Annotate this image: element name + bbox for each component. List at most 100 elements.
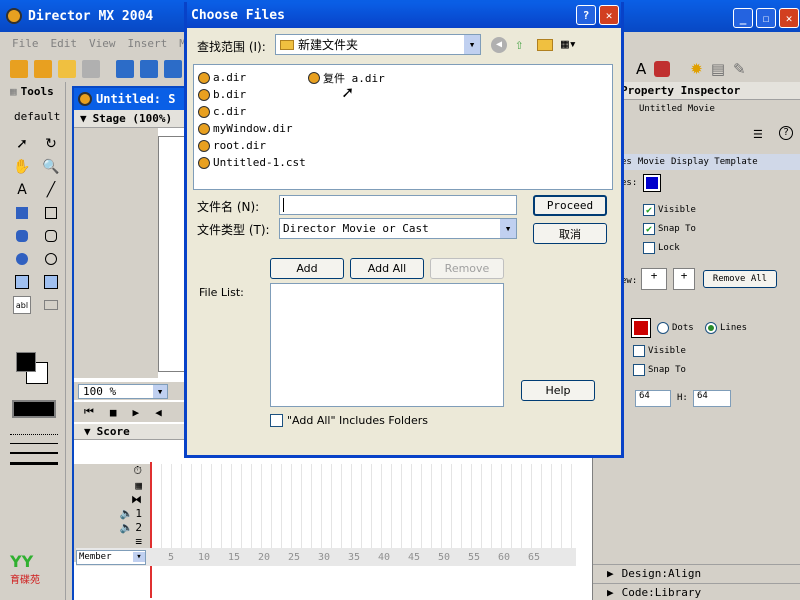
rewind-icon[interactable]: ⏮ [84, 405, 94, 419]
menu-edit[interactable]: Edit [51, 37, 78, 50]
remove-button[interactable]: Remove [430, 258, 504, 279]
stop-icon[interactable]: ■ [110, 406, 117, 419]
filled-rect-icon[interactable] [13, 204, 31, 222]
message-icon[interactable]: ✎ [733, 60, 746, 78]
file-item[interactable]: a.dir [198, 69, 306, 86]
visible-checkbox-2[interactable]: Visible [633, 345, 686, 357]
tools-default[interactable]: default [6, 110, 65, 123]
text-tool-icon[interactable]: A [13, 181, 31, 199]
text-tool-icon[interactable]: A [636, 60, 646, 78]
collapse-arrow-icon[interactable]: ▼ [80, 112, 87, 125]
script-channel-icon[interactable]: ≡ [74, 534, 150, 548]
view-menu-icon[interactable]: ▦▾ [561, 37, 577, 52]
import-icon[interactable] [82, 60, 100, 78]
zoom-select[interactable]: 100 % ▾ [78, 383, 168, 399]
menu-insert[interactable]: Insert [128, 37, 168, 50]
help-button[interactable]: Help [521, 380, 595, 401]
add-all-button[interactable]: Add All [350, 258, 424, 279]
open-folder-icon[interactable] [58, 60, 76, 78]
back-icon[interactable]: ◀ [491, 37, 507, 53]
guides-color-swatch[interactable] [643, 174, 661, 192]
proceed-button[interactable]: Proceed [533, 195, 607, 216]
filetype-select[interactable]: Director Movie or Cast ▾ [279, 218, 517, 239]
sound-channel-1[interactable]: 🔈 1 [74, 506, 150, 520]
new-movie-icon[interactable] [10, 60, 28, 78]
file-item[interactable]: b.dir [198, 86, 306, 103]
filename-input[interactable] [279, 195, 517, 215]
member-select[interactable]: Member ▾ [76, 549, 146, 565]
library-icon[interactable]: ▤ [711, 60, 725, 78]
menu-file[interactable]: File [12, 37, 39, 50]
line-width-selector[interactable] [10, 430, 58, 480]
gear-icon[interactable]: ✹ [690, 60, 703, 78]
file-item[interactable]: root.dir [198, 137, 306, 154]
paint-icon[interactable] [654, 61, 671, 77]
up-folder-icon[interactable]: ⇧ [515, 37, 523, 53]
menu-view[interactable]: View [89, 37, 116, 50]
cancel-button[interactable]: 取消 [533, 223, 607, 244]
file-browser[interactable]: a.dir b.dir c.dir myWindow.dir root.dir … [193, 64, 613, 190]
color-swatches[interactable] [16, 352, 56, 388]
tab-movie[interactable]: Movie [638, 157, 665, 167]
dialog-help-button[interactable]: ? [576, 5, 596, 25]
field-tool-icon[interactable]: abl [13, 296, 31, 314]
grid-color-swatch[interactable] [631, 318, 651, 338]
line-tool-icon[interactable]: ╱ [42, 181, 60, 199]
tempo-channel-icon[interactable]: ⏱ [74, 464, 150, 478]
dots-radio[interactable]: Dots [657, 322, 694, 334]
arrow-tool-icon[interactable]: ➚ [13, 135, 31, 153]
visible-checkbox-1[interactable]: ✔ Visible [643, 204, 696, 216]
minimize-button[interactable]: _ [733, 8, 753, 28]
stage-window: Untitled: S ▼ Stage (100%) 100 % ▾ ⏮ ■ ▶… [72, 86, 198, 438]
grid-height-field[interactable]: 64 [693, 390, 731, 407]
list-view-icon[interactable]: ☰ [753, 128, 763, 141]
playhead-line[interactable] [150, 462, 152, 598]
add-guide-h[interactable]: + [641, 268, 667, 290]
radio-tool-icon[interactable] [42, 273, 60, 291]
grid-width-field[interactable]: 64 [635, 390, 671, 407]
pattern-swatch[interactable] [12, 400, 56, 418]
close-button[interactable]: ✕ [779, 8, 799, 28]
button-tool-icon[interactable] [42, 296, 60, 314]
lines-radio[interactable]: Lines [705, 322, 747, 334]
filled-round-rect-icon[interactable] [13, 227, 31, 245]
checkbox-tool-icon[interactable] [13, 273, 31, 291]
save-icon[interactable] [116, 60, 134, 78]
add-button[interactable]: Add [270, 258, 344, 279]
file-item[interactable]: c.dir [198, 103, 306, 120]
score-grid[interactable] [152, 464, 572, 550]
snap-checkbox-2[interactable]: Snap To [633, 364, 686, 376]
rotate-tool-icon[interactable]: ↻ [42, 135, 60, 153]
new-folder-icon[interactable] [537, 39, 553, 51]
palette-channel-icon[interactable]: ▦ [74, 478, 150, 492]
sound-channel-2[interactable]: 🔈 2 [74, 520, 150, 534]
ellipse-icon[interactable] [42, 250, 60, 268]
lookin-select[interactable]: 新建文件夹 ▾ [275, 34, 481, 55]
include-folders-checkbox[interactable]: "Add All" Includes Folders [270, 414, 428, 427]
snap-checkbox-1[interactable]: ✔ Snap To [643, 223, 696, 235]
file-item[interactable]: myWindow.dir [198, 120, 306, 137]
file-item[interactable]: Untitled-1.cst [198, 154, 306, 171]
design-align-panel[interactable]: ▶ Design:Align [593, 564, 800, 582]
add-guide-v[interactable]: + [673, 268, 695, 290]
maximize-button[interactable]: ☐ [756, 8, 776, 28]
step-back-icon[interactable]: ◀ [155, 406, 162, 419]
tab-display-template[interactable]: Display Template [671, 157, 758, 167]
publish-icon[interactable] [164, 60, 182, 78]
play-icon[interactable]: ▶ [133, 406, 140, 419]
lock-checkbox[interactable]: Lock [643, 242, 680, 254]
dialog-close-button[interactable]: ✕ [599, 5, 619, 25]
filled-ellipse-icon[interactable] [13, 250, 31, 268]
collapse-arrow-icon[interactable]: ▼ [84, 425, 91, 438]
file-list-box[interactable] [270, 283, 504, 407]
round-rect-icon[interactable] [42, 227, 60, 245]
zoom-tool-icon[interactable]: 🔍 [42, 158, 60, 176]
rect-icon[interactable] [42, 204, 60, 222]
hand-tool-icon[interactable]: ✋ [13, 158, 31, 176]
help-icon[interactable]: ? [779, 126, 793, 140]
new-cast-icon[interactable] [34, 60, 52, 78]
save-all-icon[interactable] [140, 60, 158, 78]
code-library-panel[interactable]: ▶ Code:Library [593, 583, 800, 600]
remove-all-button[interactable]: Remove All [703, 270, 777, 288]
transition-channel-icon[interactable]: ⧓ [74, 492, 150, 506]
